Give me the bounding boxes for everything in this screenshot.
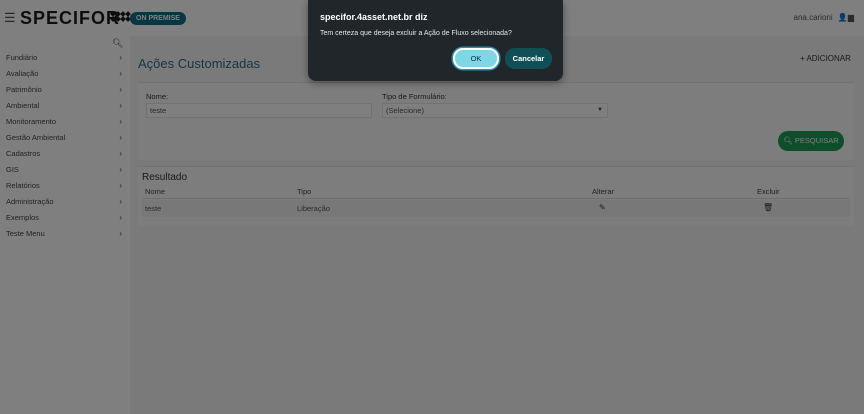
cancel-button[interactable]: Cancelar xyxy=(505,48,552,69)
ok-button[interactable]: OK xyxy=(453,48,499,69)
dialog-title: specifor.4asset.net.br diz xyxy=(320,12,428,22)
confirm-dialog: specifor.4asset.net.br diz Tem certeza q… xyxy=(308,0,563,81)
dialog-message: Tem certeza que deseja excluir a Ação de… xyxy=(320,30,512,37)
